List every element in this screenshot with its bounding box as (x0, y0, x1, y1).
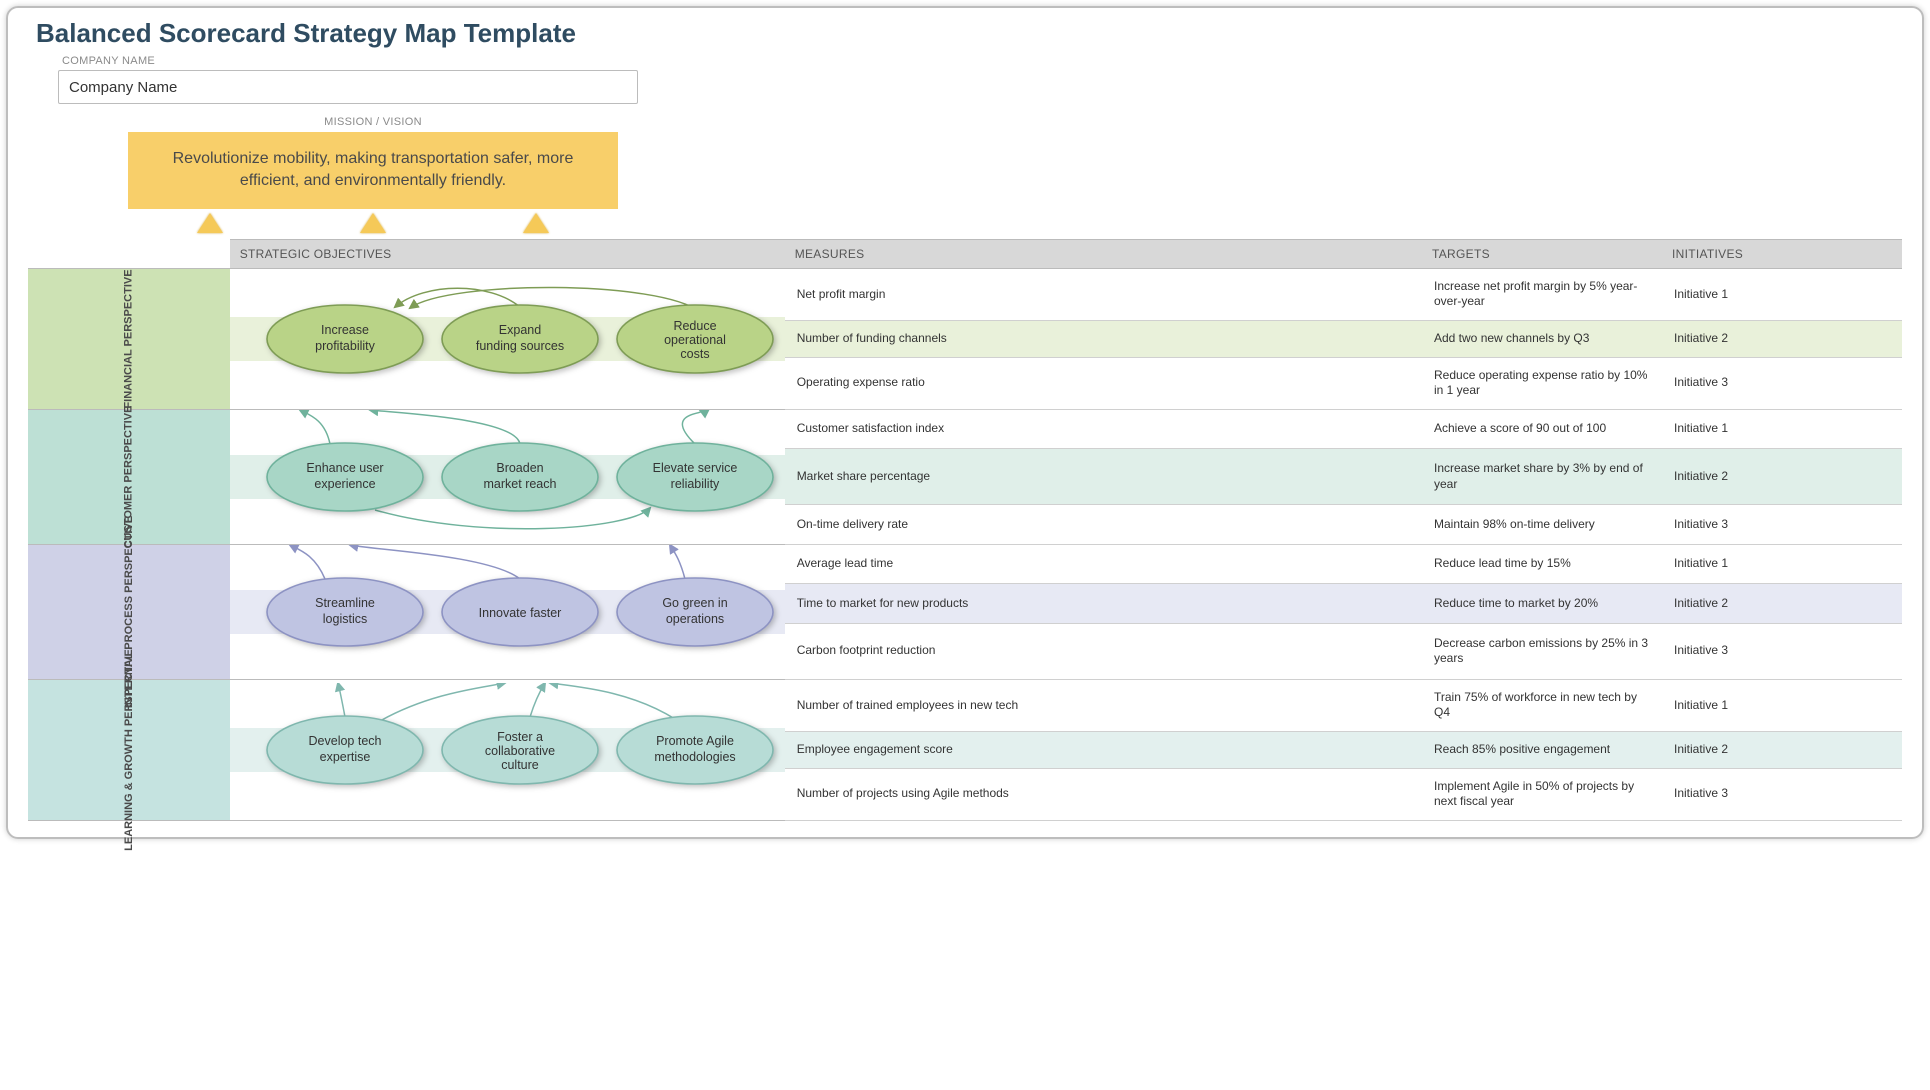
svg-text:profitability: profitability (315, 339, 375, 353)
target-cell: Implement Agile in 50% of projects by ne… (1422, 768, 1662, 820)
svg-text:Broaden: Broaden (496, 461, 543, 475)
svg-text:Promote Agile: Promote Agile (656, 734, 734, 748)
up-arrow-icon (360, 213, 386, 233)
measure-cell: On-time delivery rate (785, 505, 1422, 544)
initiative-cell: Initiative 2 (1662, 731, 1902, 768)
svg-text:expertise: expertise (319, 750, 370, 764)
target-cell: Reduce operating expense ratio by 10% in… (1422, 357, 1662, 409)
svg-text:Increase: Increase (321, 323, 369, 337)
svg-text:logistics: logistics (322, 612, 366, 626)
svg-text:experience: experience (314, 477, 375, 491)
svg-text:collaborative: collaborative (485, 744, 555, 758)
initiative-cell: Initiative 3 (1662, 768, 1902, 820)
target-cell: Reach 85% positive engagement (1422, 731, 1662, 768)
svg-text:market reach: market reach (483, 477, 556, 491)
measure-cell: Time to market for new products (785, 584, 1422, 623)
header-measures: MEASURES (785, 239, 1422, 268)
svg-text:reliability: reliability (670, 477, 719, 491)
target-cell: Increase net profit margin by 5% year-ov… (1422, 268, 1662, 320)
up-arrow-icon (523, 213, 549, 233)
initiative-cell: Initiative 1 (1662, 544, 1902, 583)
svg-text:Reduce: Reduce (673, 319, 716, 333)
initiative-cell: Initiative 2 (1662, 320, 1902, 357)
initiative-cell: Initiative 1 (1662, 679, 1902, 731)
mission-statement: Revolutionize mobility, making transport… (128, 132, 618, 209)
header-initiatives: INITIATIVES (1662, 239, 1902, 268)
svg-text:Elevate service: Elevate service (652, 461, 737, 475)
target-cell: Reduce lead time by 15% (1422, 544, 1662, 583)
perspective-label-learning-growth: LEARNING & GROWTH PERSPECTIVE (28, 679, 230, 820)
header-objectives: STRATEGIC OBJECTIVES (230, 239, 785, 268)
svg-text:Develop tech: Develop tech (308, 734, 381, 748)
objectives-financial: Increase profitability Expand funding so… (230, 268, 785, 409)
measure-cell: Operating expense ratio (785, 357, 1422, 409)
company-name-input[interactable] (58, 70, 638, 104)
target-cell: Reduce time to market by 20% (1422, 584, 1662, 623)
initiative-cell: Initiative 3 (1662, 505, 1902, 544)
svg-text:Streamline: Streamline (315, 596, 375, 610)
page-title: Balanced Scorecard Strategy Map Template (36, 18, 1902, 49)
initiative-cell: Initiative 1 (1662, 409, 1902, 448)
svg-text:funding sources: funding sources (476, 339, 564, 353)
objectives-customer: Enhance user experience Broaden market r… (230, 409, 785, 544)
initiative-cell: Initiative 2 (1662, 449, 1902, 505)
measure-cell: Number of projects using Agile methods (785, 768, 1422, 820)
up-arrow-icon (197, 213, 223, 233)
initiative-cell: Initiative 1 (1662, 268, 1902, 320)
target-cell: Maintain 98% on-time delivery (1422, 505, 1662, 544)
measure-cell: Average lead time (785, 544, 1422, 583)
target-cell: Achieve a score of 90 out of 100 (1422, 409, 1662, 448)
measure-cell: Employee engagement score (785, 731, 1422, 768)
scorecard-table: STRATEGIC OBJECTIVES MEASURES TARGETS IN… (28, 239, 1902, 821)
measure-cell: Number of trained employees in new tech (785, 679, 1422, 731)
svg-text:Enhance user: Enhance user (306, 461, 383, 475)
mission-arrows (128, 213, 618, 233)
svg-text:operations: operations (666, 612, 724, 626)
initiative-cell: Initiative 2 (1662, 584, 1902, 623)
target-cell: Train 75% of workforce in new tech by Q4 (1422, 679, 1662, 731)
svg-text:costs: costs (680, 347, 709, 361)
company-name-label: COMPANY NAME (62, 55, 1902, 67)
initiative-cell: Initiative 3 (1662, 357, 1902, 409)
measure-cell: Customer satisfaction index (785, 409, 1422, 448)
svg-text:Innovate faster: Innovate faster (478, 606, 561, 620)
target-cell: Increase market share by 3% by end of ye… (1422, 449, 1662, 505)
measure-cell: Carbon footprint reduction (785, 623, 1422, 679)
initiative-cell: Initiative 3 (1662, 623, 1902, 679)
svg-text:Expand: Expand (498, 323, 540, 337)
mission-vision-label: MISSION / VISION (128, 116, 618, 128)
measure-cell: Net profit margin (785, 268, 1422, 320)
objectives-internal-process: Streamline logistics Innovate faster Go … (230, 544, 785, 679)
objectives-learning-growth: Develop tech expertise Foster a collabor… (230, 679, 785, 820)
measure-cell: Number of funding channels (785, 320, 1422, 357)
header-targets: TARGETS (1422, 239, 1662, 268)
svg-text:Foster a: Foster a (497, 730, 543, 744)
svg-text:culture: culture (501, 758, 539, 772)
target-cell: Decrease carbon emissions by 25% in 3 ye… (1422, 623, 1662, 679)
svg-text:Go green in: Go green in (662, 596, 727, 610)
perspective-label-financial: FINANCIAL PERSPECTIVE (28, 268, 230, 409)
svg-text:operational: operational (664, 333, 726, 347)
svg-text:methodologies: methodologies (654, 750, 735, 764)
target-cell: Add two new channels by Q3 (1422, 320, 1662, 357)
measure-cell: Market share percentage (785, 449, 1422, 505)
